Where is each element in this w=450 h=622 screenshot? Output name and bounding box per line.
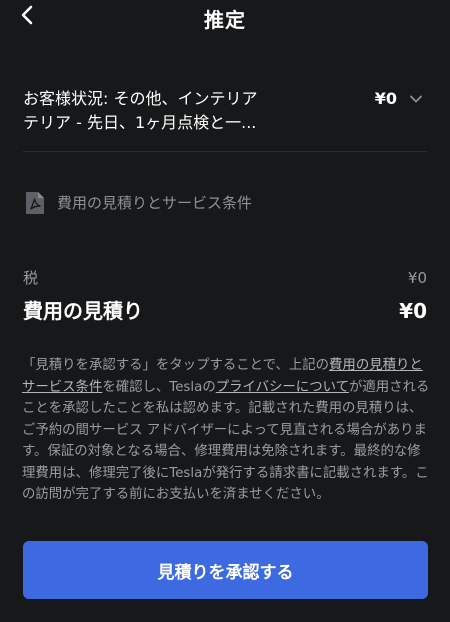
service-item-row[interactable]: お客様状況: その他、インテリア テリア - 先日、1ヶ月点検と一... ¥0 [23,87,427,137]
page-title: 推定 [204,8,246,32]
terms-text-part3: が適用されることを承認したことを私は認めます。記載された費用の見積りは、ご予約の… [22,379,430,503]
tax-label: 税 [23,269,39,287]
terms-text-part1: 「見積りを承認する」をタップすることで、上記の [22,358,330,373]
terms-text-part2: を確認し、Teslaの [102,379,216,395]
chevron-down-icon[interactable] [408,91,424,107]
service-description: お客様状況: その他、インテリア テリア - 先日、1ヶ月点検と一... [23,87,295,135]
service-description-line2: テリア - 先日、1ヶ月点検と一... [23,113,257,132]
approve-estimate-button[interactable]: 見積りを承認する [23,541,428,599]
total-estimate-label: 費用の見積り [23,299,143,323]
terms-text: 「見積りを承認する」をタップすることで、上記の費用の見積りとサービス条件を確認し… [22,355,432,506]
privacy-link[interactable]: プライバシーについて [216,380,349,395]
total-estimate-value: ¥0 [399,299,427,323]
service-price: ¥0 [374,89,397,108]
estimate-screen: 推定 お客様状況: その他、インテリア テリア - 先日、1ヶ月点検と一... … [0,0,450,622]
divider [23,151,427,152]
pdf-icon [26,192,44,214]
header: 推定 [0,0,450,34]
service-description-line1: お客様状況: その他、インテリア [23,89,258,108]
document-link-label: 費用の見積りとサービス条件 [57,194,253,212]
tax-value: ¥0 [407,269,427,287]
